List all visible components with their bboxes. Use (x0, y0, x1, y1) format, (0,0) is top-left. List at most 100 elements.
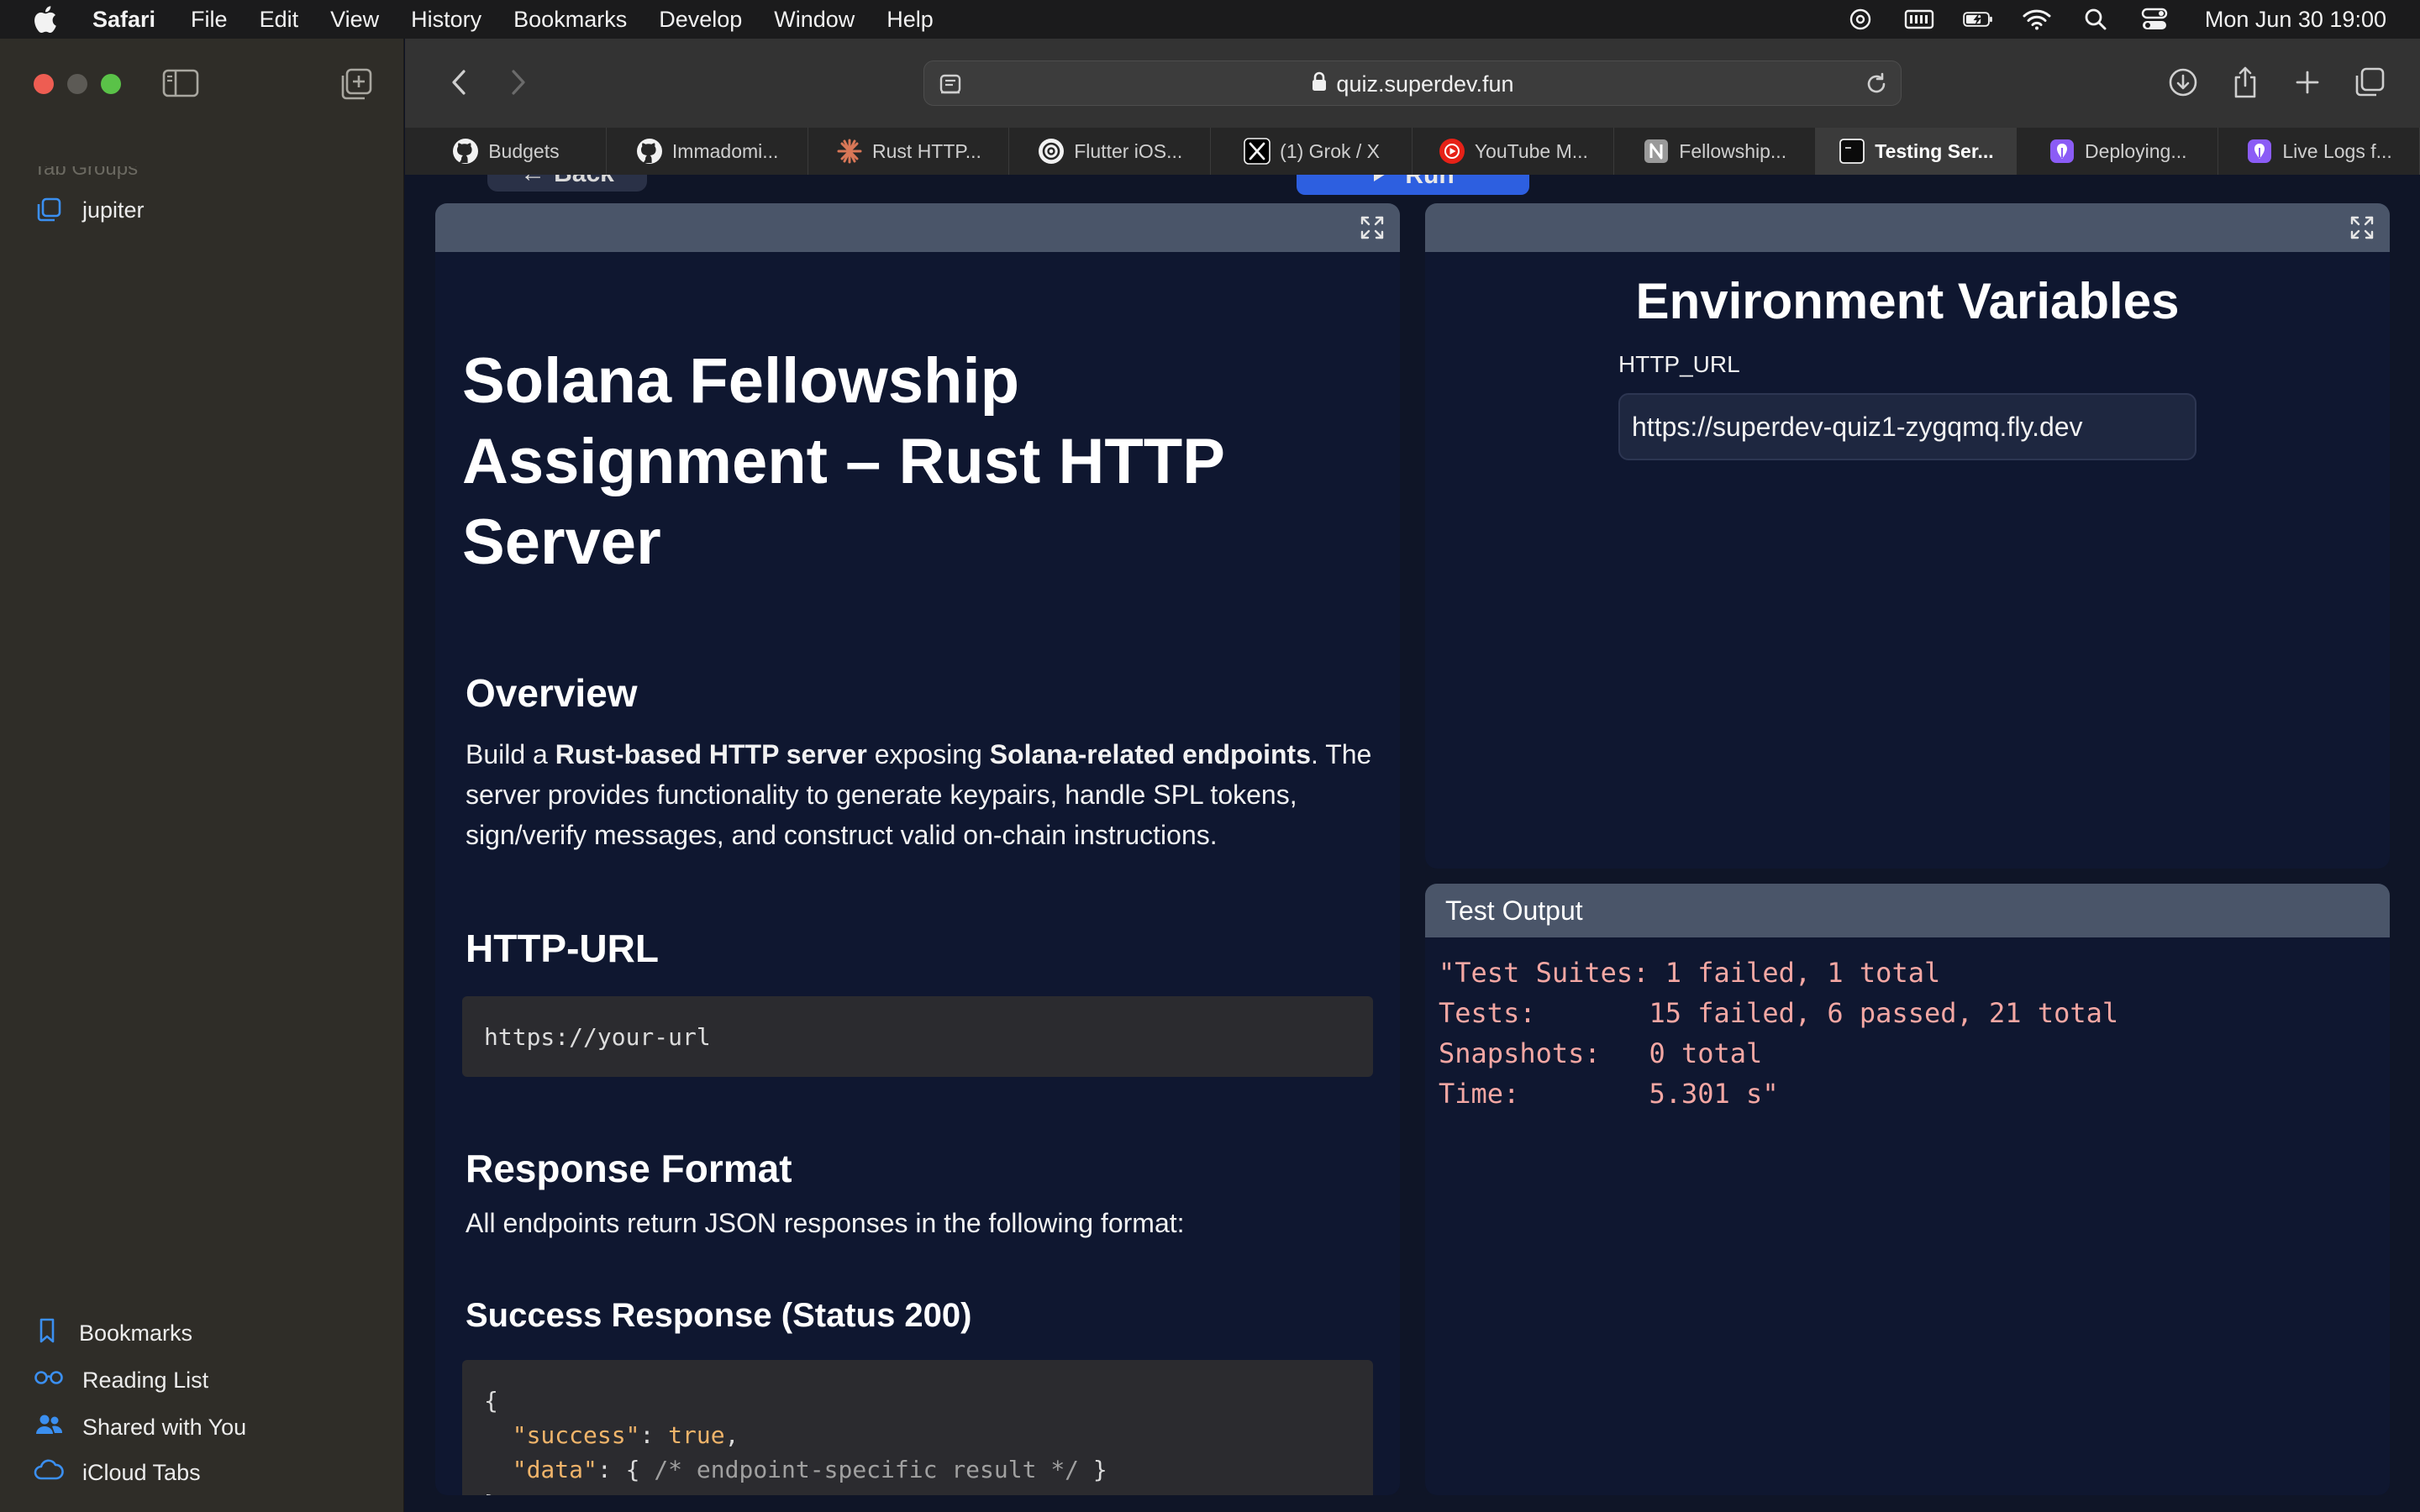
run-button[interactable]: Run (1297, 175, 1529, 195)
downloads-icon[interactable] (2165, 64, 2202, 101)
overview-bold-text: Rust-based HTTP server (555, 739, 867, 769)
menu-bar-status-area: Mon Jun 30 19:00 (1845, 0, 2386, 39)
tab-label: Budgets (488, 139, 560, 162)
tab-label: Immadomi... (671, 139, 779, 162)
openai-status-icon[interactable] (1845, 7, 1876, 32)
x-icon (1243, 137, 1271, 165)
tab-immadomi[interactable]: Immadomi... (607, 128, 808, 175)
tab-label: Deploying... (2085, 139, 2187, 162)
success-response-heading: Success Response (Status 200) (466, 1297, 972, 1334)
play-icon (1371, 175, 1392, 190)
menu-view[interactable]: View (330, 7, 379, 33)
tab-testing-ser[interactable]: Testing Ser... (1815, 128, 2018, 175)
tab-youtube[interactable]: YouTube M... (1413, 128, 1614, 175)
new-tab-group-icon[interactable] (339, 67, 373, 101)
menu-app-safari[interactable]: Safari (92, 7, 155, 33)
run-button-label: Run (1405, 175, 1455, 189)
tab-fellowship[interactable]: Fellowship... (1614, 128, 1816, 175)
assignment-document: Solana Fellowship Assignment – Rust HTTP… (435, 341, 1400, 1495)
menu-help[interactable]: Help (886, 7, 934, 33)
expand-icon[interactable] (1360, 215, 1385, 240)
arrow-left-icon: ← (520, 175, 545, 188)
back-button[interactable] (442, 66, 476, 99)
tab-deploying[interactable]: Deploying... (2017, 128, 2219, 175)
json-comment: /* endpoint-specific result */ (654, 1456, 1080, 1483)
window-close-button[interactable] (34, 74, 54, 94)
json-key: "success" (512, 1421, 640, 1449)
json-value: true (668, 1421, 725, 1449)
new-tab-icon[interactable] (2289, 64, 2326, 101)
window-minimize-button[interactable] (67, 74, 87, 94)
chatgpt-icon (1037, 137, 1065, 165)
github-icon (635, 137, 664, 165)
forward-button[interactable] (502, 66, 535, 99)
tab-budgets[interactable]: Budgets (405, 128, 607, 175)
sidebar-item-shared-with-you[interactable]: Shared with You (34, 1411, 246, 1444)
address-bar[interactable]: quiz.superdev.fun (923, 60, 1902, 106)
sidebar-item-label: iCloud Tabs (82, 1460, 201, 1485)
response-format-heading: Response Format (466, 1147, 792, 1190)
json-brace: } (1079, 1456, 1107, 1483)
tab-live-logs[interactable]: Live Logs f... (2218, 128, 2420, 175)
claude-icon (835, 137, 864, 165)
tab-grok-x[interactable]: (1) Grok / X (1211, 128, 1413, 175)
share-icon[interactable] (2227, 64, 2264, 101)
menu-window[interactable]: Window (774, 7, 855, 33)
reload-icon[interactable] (1864, 71, 1889, 97)
back-page-button[interactable]: ← Back (487, 175, 647, 192)
http-url-code-block: https://your-url (462, 996, 1373, 1077)
tab-label: (1) Grok / X (1280, 139, 1381, 162)
memory-status-icon[interactable] (1904, 7, 1934, 32)
sidebar-item-bookmarks[interactable]: Bookmarks (34, 1317, 192, 1350)
sidebar-toggle-icon[interactable] (162, 69, 199, 97)
spotlight-search-icon[interactable] (2081, 7, 2111, 32)
menu-bar-clock[interactable]: Mon Jun 30 19:00 (2205, 7, 2386, 33)
code-line: { (484, 1387, 498, 1415)
tab-overview-icon[interactable] (2351, 64, 2388, 101)
test-output-header: Test Output (1425, 884, 2390, 937)
overview-text: . (1310, 739, 1318, 769)
menu-edit[interactable]: Edit (260, 7, 299, 33)
sidebar-item-jupiter[interactable]: jupiter (34, 195, 145, 225)
menu-history[interactable]: History (411, 7, 481, 33)
menu-bookmarks[interactable]: Bookmarks (513, 7, 627, 33)
site-icon (1838, 137, 1866, 165)
address-text-area: quiz.superdev.fun (924, 61, 1901, 107)
web-content: ← Back Run Solana Fellowship Assignment … (405, 175, 2420, 1512)
environment-variables-panel: Environment Variables HTTP_URL https://s… (1425, 203, 2390, 869)
tab-group-icon (34, 195, 64, 225)
tab-label: Rust HTTP... (872, 139, 981, 162)
macos-menu-bar: Safari File Edit View History Bookmarks … (0, 0, 2420, 39)
output-line: Time: 5.301 s" (1439, 1078, 1779, 1110)
sidebar-item-reading-list[interactable]: Reading List (34, 1364, 208, 1397)
window-zoom-button[interactable] (101, 74, 121, 94)
assignment-panel[interactable]: Solana Fellowship Assignment – Rust HTTP… (435, 203, 1400, 1495)
youtube-icon (1438, 137, 1466, 165)
tab-label: Testing Ser... (1875, 139, 1994, 162)
menu-file[interactable]: File (191, 7, 228, 33)
tab-label: Flutter iOS... (1074, 139, 1183, 162)
wifi-icon[interactable] (2022, 7, 2052, 32)
tab-flutter-ios[interactable]: Flutter iOS... (1009, 128, 1212, 175)
apple-menu-icon[interactable] (32, 3, 64, 35)
battery-charging-icon[interactable] (1963, 7, 1993, 32)
tab-rust-http[interactable]: Rust HTTP... (808, 128, 1010, 175)
output-line: "Test Suites: 1 failed, 1 total (1439, 957, 1941, 989)
http-url-heading: HTTP-URL (466, 927, 659, 970)
json-key: "data" (512, 1456, 597, 1483)
sidebar-item-icloud-tabs[interactable]: iCloud Tabs (34, 1458, 201, 1488)
http-url-input[interactable]: https://superdev-quiz1-zygqmq.fly.dev (1618, 393, 2196, 460)
sidebar-item-label: Shared with You (82, 1415, 247, 1440)
success-response-code-block: { "success": true, "data": { /* endpoint… (462, 1360, 1373, 1495)
tab-label: Live Logs f... (2282, 139, 2392, 162)
overview-bold-text: Solana-related endpoints (989, 739, 1311, 769)
menu-develop[interactable]: Develop (659, 7, 742, 33)
control-center-icon[interactable] (2139, 7, 2170, 32)
overview-text: Build a (466, 739, 555, 769)
test-output-panel: Test Output "Test Suites: 1 failed, 1 to… (1425, 884, 2390, 1495)
safari-sidebar: Tab Groups jupiter Bookmarks Reading Lis… (0, 39, 404, 1512)
back-page-button-label: Back (554, 175, 614, 188)
flyio-icon (2245, 137, 2274, 165)
sidebar-item-label: Reading List (82, 1368, 209, 1393)
expand-icon[interactable] (2349, 215, 2375, 240)
